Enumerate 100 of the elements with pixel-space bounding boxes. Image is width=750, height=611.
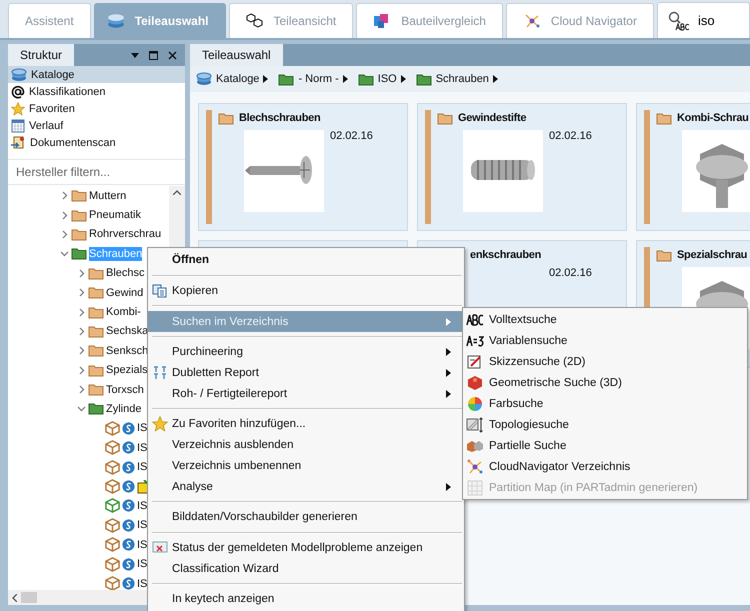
nav-item[interactable]: Kataloge [8,66,185,83]
menu-item[interactable]: Analyse [148,476,464,497]
s-circle-icon [122,441,135,454]
s-circle-icon [122,499,135,512]
color-wheel-icon [467,396,483,412]
s-circle-icon [122,538,135,552]
panel-tab[interactable]: Struktur [8,44,74,66]
folder-icon [71,189,87,202]
tree-item[interactable]: Muttern [89,188,126,203]
chevron-down-icon[interactable] [77,404,86,414]
menu-item[interactable]: Dubletten Report [148,362,464,384]
menu-item[interactable]: Topologiesuche [463,414,747,435]
tree-item[interactable]: IS [137,460,148,474]
chevron-right-icon[interactable] [60,191,69,200]
folder-icon [71,247,87,260]
tree-item[interactable]: IS [137,557,148,572]
menu-item[interactable]: Kopieren [148,280,464,302]
document-scan-icon [11,136,26,150]
folder-icon [416,72,432,86]
date-label: 02.02.16 [549,130,592,144]
menu-item[interactable]: Partielle Suche [463,435,747,456]
search-field[interactable]: iso [696,12,730,29]
tree-item[interactable]: IS [137,498,148,513]
nav-item[interactable]: Verlauf [8,117,185,134]
scroll-left-icon[interactable] [12,594,17,602]
card-title: Kombi-Schrau [677,112,749,124]
arrow-right-icon [446,390,451,398]
breadcrumb-item[interactable]: Schrauben [416,72,498,86]
tree-item[interactable]: Kombi- [106,305,141,320]
menu-item[interactable]: Farbsuche [463,393,747,414]
tree-item[interactable]: IS [137,538,148,552]
menu-item[interactable]: Status der gemeldeten Modellprobleme anzeigen [148,538,464,558]
tree-item[interactable]: Senksch [106,344,148,358]
s-circle-icon [122,480,135,494]
tree-item[interactable]: IS [137,440,148,455]
arrow-right-icon [446,369,451,378]
chevron-right-icon[interactable] [77,268,86,278]
close-icon[interactable] [168,50,177,60]
nav-item[interactable]: Klassifikationen [8,83,185,100]
nav-item[interactable]: Dokumentenscan [8,134,185,151]
s-circle-icon [122,518,135,532]
date-label: 02.02.16 [330,130,373,144]
arrow-right-icon [263,75,268,83]
tree-item[interactable]: IS [137,518,148,532]
folder-icon [656,248,672,262]
dropdown-icon[interactable] [131,52,139,58]
maximize-icon[interactable] [149,50,158,60]
folder-icon [71,208,87,222]
filter-field[interactable]: Hersteller filtern... [8,159,185,185]
folder-icon [278,72,294,86]
catalog-card[interactable]: Kombi-Schrau [636,103,750,231]
panel-tab[interactable]: Teileauswahl [190,44,283,66]
menu-item[interactable]: Classification Wizard [148,558,464,579]
tree-item[interactable]: Zylinde [106,402,142,416]
folder-icon [437,112,453,124]
arrow-right-icon [446,348,451,356]
menu-item[interactable]: In keytech anzeigen [148,588,464,610]
card-title: enkschrauben [470,249,541,261]
card-title: Blechschrauben [239,112,320,124]
chevron-down-icon[interactable] [60,249,69,258]
tree-item[interactable]: Pneumatik [89,208,141,222]
tree-item[interactable]: Blechsc [106,266,145,280]
menu-item[interactable]: Geometrische Suche (3D) [463,372,747,393]
menu-item[interactable]: Purchineering [148,342,464,363]
menu-item[interactable]: Roh- / Fertigteilereport [148,383,464,404]
breadcrumb-item[interactable]: Kataloge [196,72,268,86]
3d-shape-icon [467,374,483,390]
folder-icon [88,383,104,396]
nav-item[interactable]: Favoriten [8,100,185,117]
menu-item[interactable]: Verzeichnis umbenennen [148,456,464,476]
folder-icon [88,364,104,377]
menu-item[interactable]: Zu Favoriten hinzufügen... [148,414,464,435]
tree-item[interactable]: Spezials [106,363,148,378]
chevron-right-icon[interactable] [77,346,86,356]
breadcrumb-item[interactable]: - Norm - [278,72,348,86]
topology-icon [466,416,484,432]
folder-icon [218,112,234,124]
chevron-right-icon[interactable] [77,385,86,394]
scroll-up-icon[interactable] [173,190,181,195]
status-report-icon [152,540,168,555]
scroll-thumb[interactable] [21,592,37,603]
arrow-right-icon [446,482,451,491]
breadcrumb-item[interactable]: ISO [358,72,406,86]
folder-icon [656,112,672,124]
menu-item[interactable]: Bilddaten/Vorschaubilder generieren [148,506,464,528]
tree-item[interactable]: IS [137,576,148,590]
catalog-card[interactable]: Gewindestifte 02.02.16 [417,103,627,231]
tree-item[interactable]: Torxsch [106,382,144,397]
chevron-right-icon[interactable] [77,366,86,375]
tree-item[interactable]: IS [137,421,148,436]
chevron-right-icon[interactable] [77,288,86,298]
tree-item[interactable]: Gewind [106,286,144,300]
tree-item[interactable]: Rohrverschrau [89,227,162,242]
folder-icon [88,344,104,358]
menu-item[interactable]: CloudNavigator Verzeichnis [463,456,747,477]
tree-item[interactable]: Sechska [106,324,148,338]
menu-item[interactable]: Öffnen [148,250,464,271]
menu-item[interactable]: Verzeichnis ausblenden [148,434,464,456]
catalog-card[interactable]: Blechschrauben 02.02.16 [198,103,408,231]
search-icon [668,10,690,30]
